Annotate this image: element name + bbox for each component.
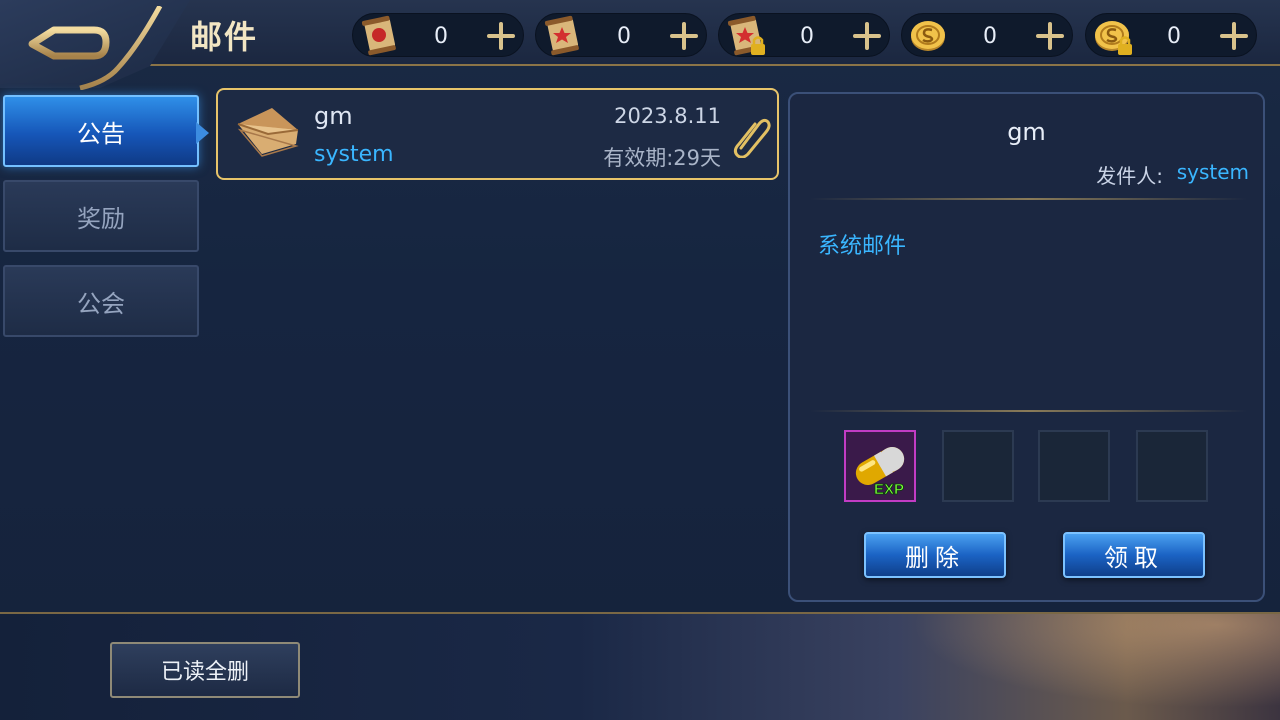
- mail-sender: system: [314, 142, 394, 167]
- tab-rewards[interactable]: 奖励: [3, 180, 199, 252]
- active-tab-arrow: [196, 122, 209, 144]
- plus-icon[interactable]: [485, 20, 517, 52]
- currency-amount: 0: [434, 24, 448, 49]
- back-button[interactable]: [10, 4, 190, 91]
- mail-body: 系统邮件: [818, 234, 907, 259]
- paperclip-icon: [733, 118, 771, 158]
- star-scroll-icon: [544, 15, 579, 56]
- gold-coin-icon: [911, 21, 945, 51]
- bottom-bar: 已读全删: [0, 612, 1280, 720]
- sender-name: system: [1176, 160, 1249, 184]
- currency-red-scroll: 0: [352, 13, 524, 57]
- delete-all-read-button[interactable]: 已读全删: [110, 642, 300, 698]
- claim-button[interactable]: 领取: [1063, 532, 1205, 578]
- plus-icon[interactable]: [1218, 20, 1250, 52]
- divider: [810, 198, 1247, 200]
- currency-star-scroll: 0: [535, 13, 707, 57]
- footer-glow: [860, 614, 1280, 720]
- attachment-slot: [1038, 430, 1110, 502]
- currency-gold-coin: 0: [901, 13, 1073, 57]
- currency-amount: 0: [800, 24, 814, 49]
- locked-gold-coin-icon: [1095, 21, 1132, 55]
- attachment-slot[interactable]: EXP: [844, 430, 916, 502]
- delete-button[interactable]: 删除: [864, 532, 1006, 578]
- red-scroll-icon: [361, 15, 396, 56]
- back-arrow-icon: [28, 4, 163, 91]
- plus-icon[interactable]: [851, 20, 883, 52]
- divider: [810, 410, 1247, 412]
- locked-scroll-icon: [727, 15, 765, 56]
- page-title: 邮件: [190, 18, 259, 56]
- currency-amount: 0: [983, 24, 997, 49]
- currency-locked-scroll: 0: [718, 13, 890, 57]
- attachment-slot: [942, 430, 1014, 502]
- currency-locked-gold-coin: 0: [1085, 13, 1257, 57]
- plus-icon[interactable]: [1034, 20, 1066, 52]
- tab-guild[interactable]: 公会: [3, 265, 199, 337]
- top-bar: 邮件 0 0 0 0 0: [0, 0, 1280, 91]
- exp-capsule-icon: EXP: [846, 432, 914, 500]
- mail-date: 2023.8.11: [614, 104, 721, 128]
- detail-title: gm: [1007, 118, 1046, 146]
- currency-amount: 0: [617, 24, 631, 49]
- envelope-icon: [237, 108, 299, 157]
- attachment-slot: [1136, 430, 1208, 502]
- mail-title: gm: [314, 102, 353, 130]
- mail-expiry: 有效期:29天: [603, 146, 721, 170]
- mail-list-item[interactable]: gm system 2023.8.11 有效期:29天: [216, 88, 779, 180]
- currency-amount: 0: [1167, 24, 1181, 49]
- mail-detail-panel: gm 发件人: system 系统邮件 EXP 删除 领取: [788, 92, 1265, 602]
- svg-text:EXP: EXP: [874, 481, 904, 498]
- plus-icon[interactable]: [668, 20, 700, 52]
- sender-label: 发件人:: [1096, 164, 1163, 188]
- tab-announcement[interactable]: 公告: [3, 95, 199, 167]
